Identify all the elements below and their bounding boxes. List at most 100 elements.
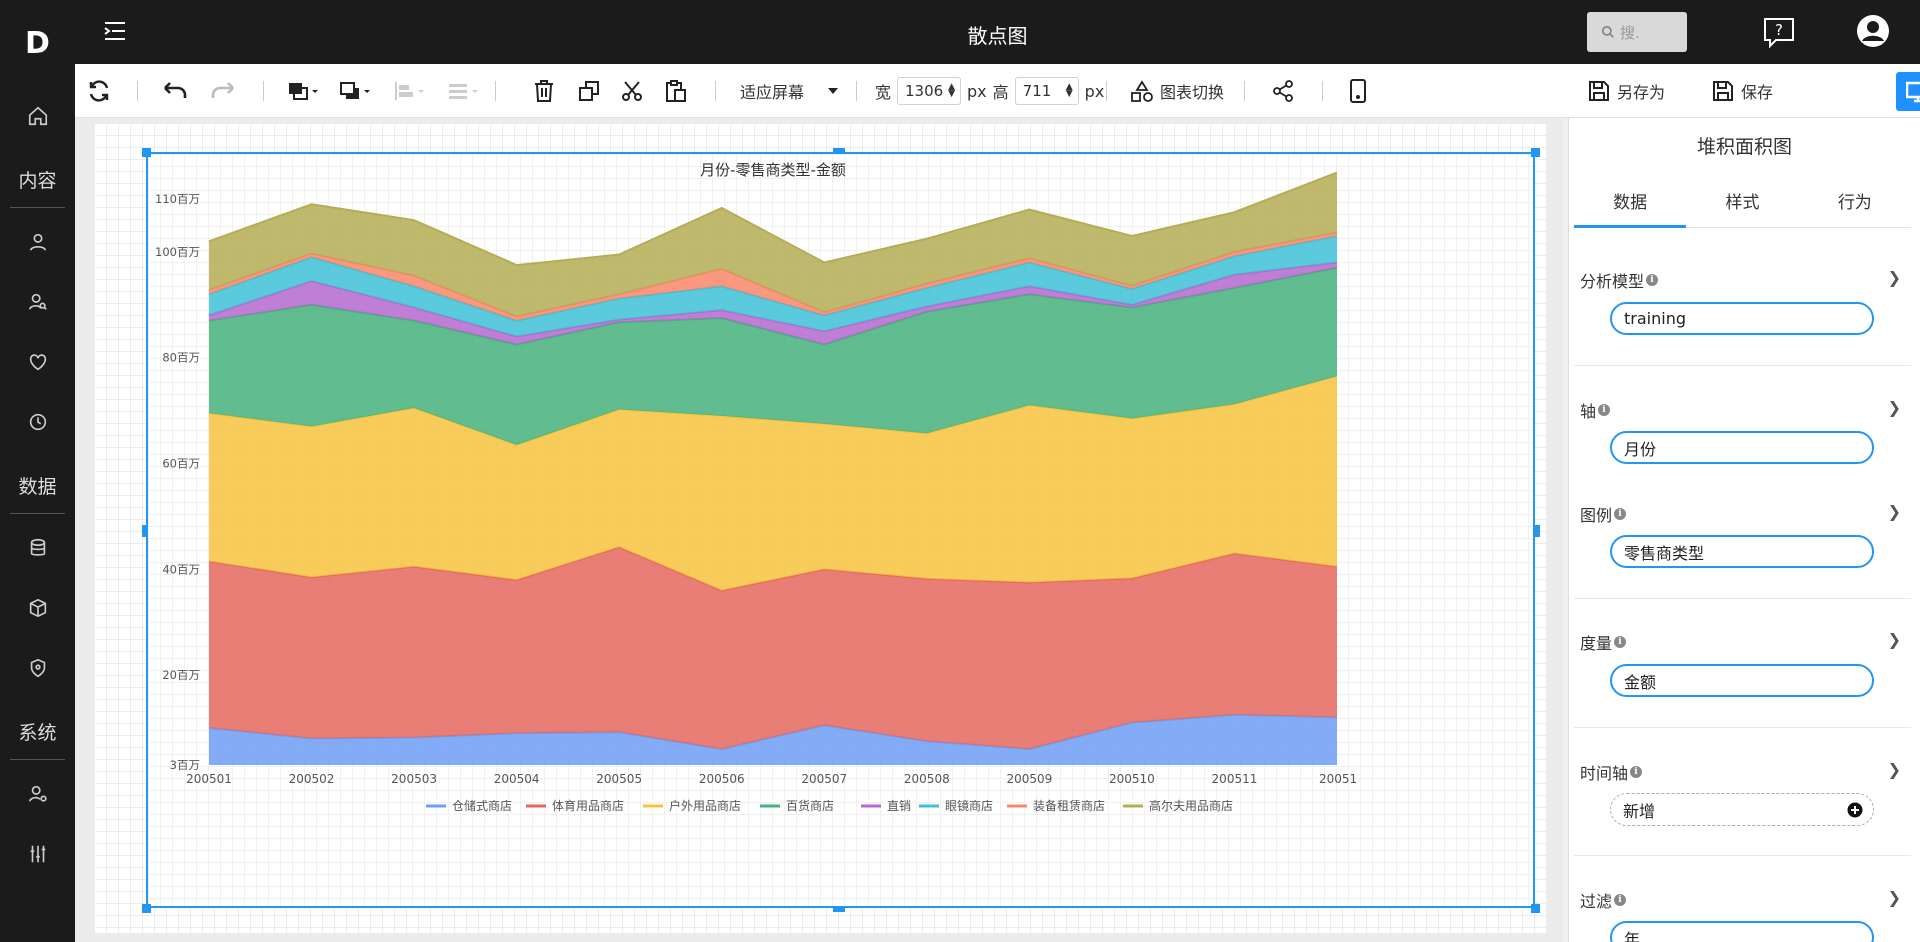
user-icon[interactable]	[0, 212, 75, 272]
resize-handle-top[interactable]	[833, 148, 845, 153]
user-settings-icon[interactable]	[0, 764, 75, 824]
y-tick-label: 40百万	[162, 562, 200, 576]
model-group: 分析模型 i ❯ training	[1574, 268, 1911, 358]
chevron-right-icon[interactable]: ❯	[1888, 268, 1901, 287]
model-value: training	[1624, 309, 1686, 328]
home-icon[interactable]	[0, 86, 75, 146]
info-icon[interactable]: i	[1630, 766, 1643, 778]
help-icon[interactable]: ?	[1762, 16, 1796, 52]
cube-icon[interactable]	[0, 578, 75, 638]
tab-style[interactable]: 样式	[1686, 174, 1798, 227]
height-spinner-icon[interactable]: ▲ ▼	[1066, 83, 1073, 99]
heart-icon[interactable]	[0, 332, 75, 392]
y-tick-label: 100百万	[155, 245, 200, 259]
chevron-right-icon[interactable]: ❯	[1888, 630, 1901, 649]
undo-icon[interactable]	[159, 64, 189, 118]
x-tick-label: 200505	[596, 772, 642, 786]
refresh-icon[interactable]	[87, 64, 111, 118]
mobile-icon[interactable]	[1348, 64, 1368, 118]
resize-handle-top-right[interactable]	[1531, 148, 1540, 157]
preview-button[interactable]: 预览	[1896, 72, 1920, 111]
info-icon[interactable]: i	[1614, 894, 1627, 906]
legend-group: 图例 i ❯ 零售商类型	[1574, 502, 1911, 572]
chevron-right-icon[interactable]: ❯	[1888, 760, 1901, 779]
save-button[interactable]: 保存	[1711, 64, 1773, 118]
monitor-icon	[1906, 81, 1920, 102]
align-icon[interactable]	[391, 64, 431, 118]
share-icon[interactable]	[1271, 64, 1295, 118]
axis-field[interactable]: 月份	[1610, 431, 1874, 464]
stacked-area-chart[interactable]: 月份-零售商类型-金额 3百万 20百万 40百万 60百万 80百万 100百万 110百万…	[148, 154, 1537, 910]
paste-icon[interactable]	[664, 64, 688, 118]
model-field[interactable]: training	[1610, 302, 1874, 335]
resize-handle-bottom-left[interactable]	[142, 904, 151, 913]
info-icon[interactable]: i	[1598, 404, 1611, 416]
resize-handle-left[interactable]	[142, 525, 147, 537]
x-tick-label: 200501	[186, 772, 232, 786]
chevron-right-icon[interactable]: ❯	[1888, 888, 1901, 907]
x-tick-label: 200509	[1006, 772, 1052, 786]
chevron-right-icon[interactable]: ❯	[1888, 502, 1901, 521]
width-spinner-icon[interactable]: ▲ ▼	[948, 83, 955, 99]
design-canvas[interactable]: 月份-零售商类型-金额 3百万 20百万 40百万 60百万 80百万 100百万 110百万…	[94, 123, 1547, 933]
resize-handle-bottom-right[interactable]	[1531, 904, 1540, 913]
info-icon[interactable]: i	[1614, 636, 1627, 648]
distribute-icon[interactable]	[445, 64, 485, 118]
measure-field[interactable]: 金额	[1610, 664, 1874, 697]
chart-frame[interactable]: 月份-零售商类型-金额 3百万 20百万 40百万 60百万 80百万 100百万 110百万…	[146, 152, 1535, 908]
resize-handle-top-left[interactable]	[142, 148, 151, 157]
x-tick-label: 200507	[801, 772, 847, 786]
save-label: 保存	[1741, 83, 1774, 102]
tab-behavior[interactable]: 行为	[1799, 174, 1911, 227]
history-icon[interactable]	[0, 392, 75, 452]
save-icon	[1713, 81, 1733, 101]
time-label: 时间轴	[1580, 764, 1629, 783]
model-label: 分析模型	[1580, 272, 1645, 291]
timeline-add-field[interactable]: 新增	[1610, 793, 1874, 826]
user-search-icon[interactable]	[0, 272, 75, 332]
save-as-label: 另存为	[1617, 83, 1666, 102]
send-back-icon[interactable]	[337, 64, 377, 118]
x-tick-label: 200504	[494, 772, 540, 786]
account-icon[interactable]	[1856, 14, 1890, 52]
filter-label-wrap: 过滤 i	[1580, 888, 1627, 912]
axis-label: 轴	[1580, 402, 1597, 421]
panel-title: 堆积面积图	[1696, 136, 1792, 158]
resize-handle-right[interactable]	[1535, 525, 1540, 537]
filter-field[interactable]: 年	[1610, 921, 1874, 942]
info-icon[interactable]: i	[1614, 508, 1627, 520]
model-label-wrap: 分析模型 i	[1580, 268, 1659, 292]
fit-screen-dropdown[interactable]: 适应屏幕	[740, 64, 840, 118]
sliders-icon[interactable]	[0, 824, 75, 884]
bring-front-icon[interactable]	[285, 64, 325, 118]
chevron-right-icon[interactable]: ❯	[1888, 398, 1901, 417]
measure-label-wrap: 度量 i	[1580, 630, 1627, 654]
measure-value: 金额	[1624, 672, 1657, 692]
delete-icon[interactable]	[533, 64, 555, 118]
redo-icon[interactable]	[209, 64, 239, 118]
info-icon[interactable]: i	[1646, 274, 1659, 286]
cut-icon[interactable]	[620, 64, 644, 118]
chart-switch-label: 图表切换	[1160, 83, 1225, 102]
plus-circle-icon[interactable]	[1847, 802, 1863, 818]
width-input[interactable]: 1306 ▲ ▼	[897, 77, 962, 105]
save-as-button[interactable]: 另存为	[1587, 64, 1665, 118]
legend-field[interactable]: 零售商类型	[1610, 535, 1874, 568]
legend-label: 户外用品商店	[669, 798, 741, 813]
x-tick-label: 200502	[289, 772, 335, 786]
copy-icon[interactable]	[577, 64, 601, 118]
tab-data[interactable]: 数据	[1574, 174, 1687, 228]
chart-title: 月份-零售商类型-金额	[700, 161, 846, 179]
app-logo[interactable]: D	[0, 0, 75, 86]
chart-switch-button[interactable]: 图表切换	[1130, 64, 1224, 118]
y-tick-label: 60百万	[162, 456, 200, 470]
search-input[interactable]: 搜.	[1587, 12, 1687, 52]
x-tick-label: 200510	[1109, 772, 1155, 786]
x-tick-label: 200506	[699, 772, 745, 786]
resize-handle-bottom[interactable]	[833, 907, 845, 912]
database-icon[interactable]	[0, 518, 75, 578]
width-unit: px	[967, 81, 987, 101]
height-input[interactable]: 711 ▲ ▼	[1014, 77, 1079, 105]
shield-icon[interactable]	[0, 638, 75, 698]
x-tick-label: 200503	[391, 772, 437, 786]
